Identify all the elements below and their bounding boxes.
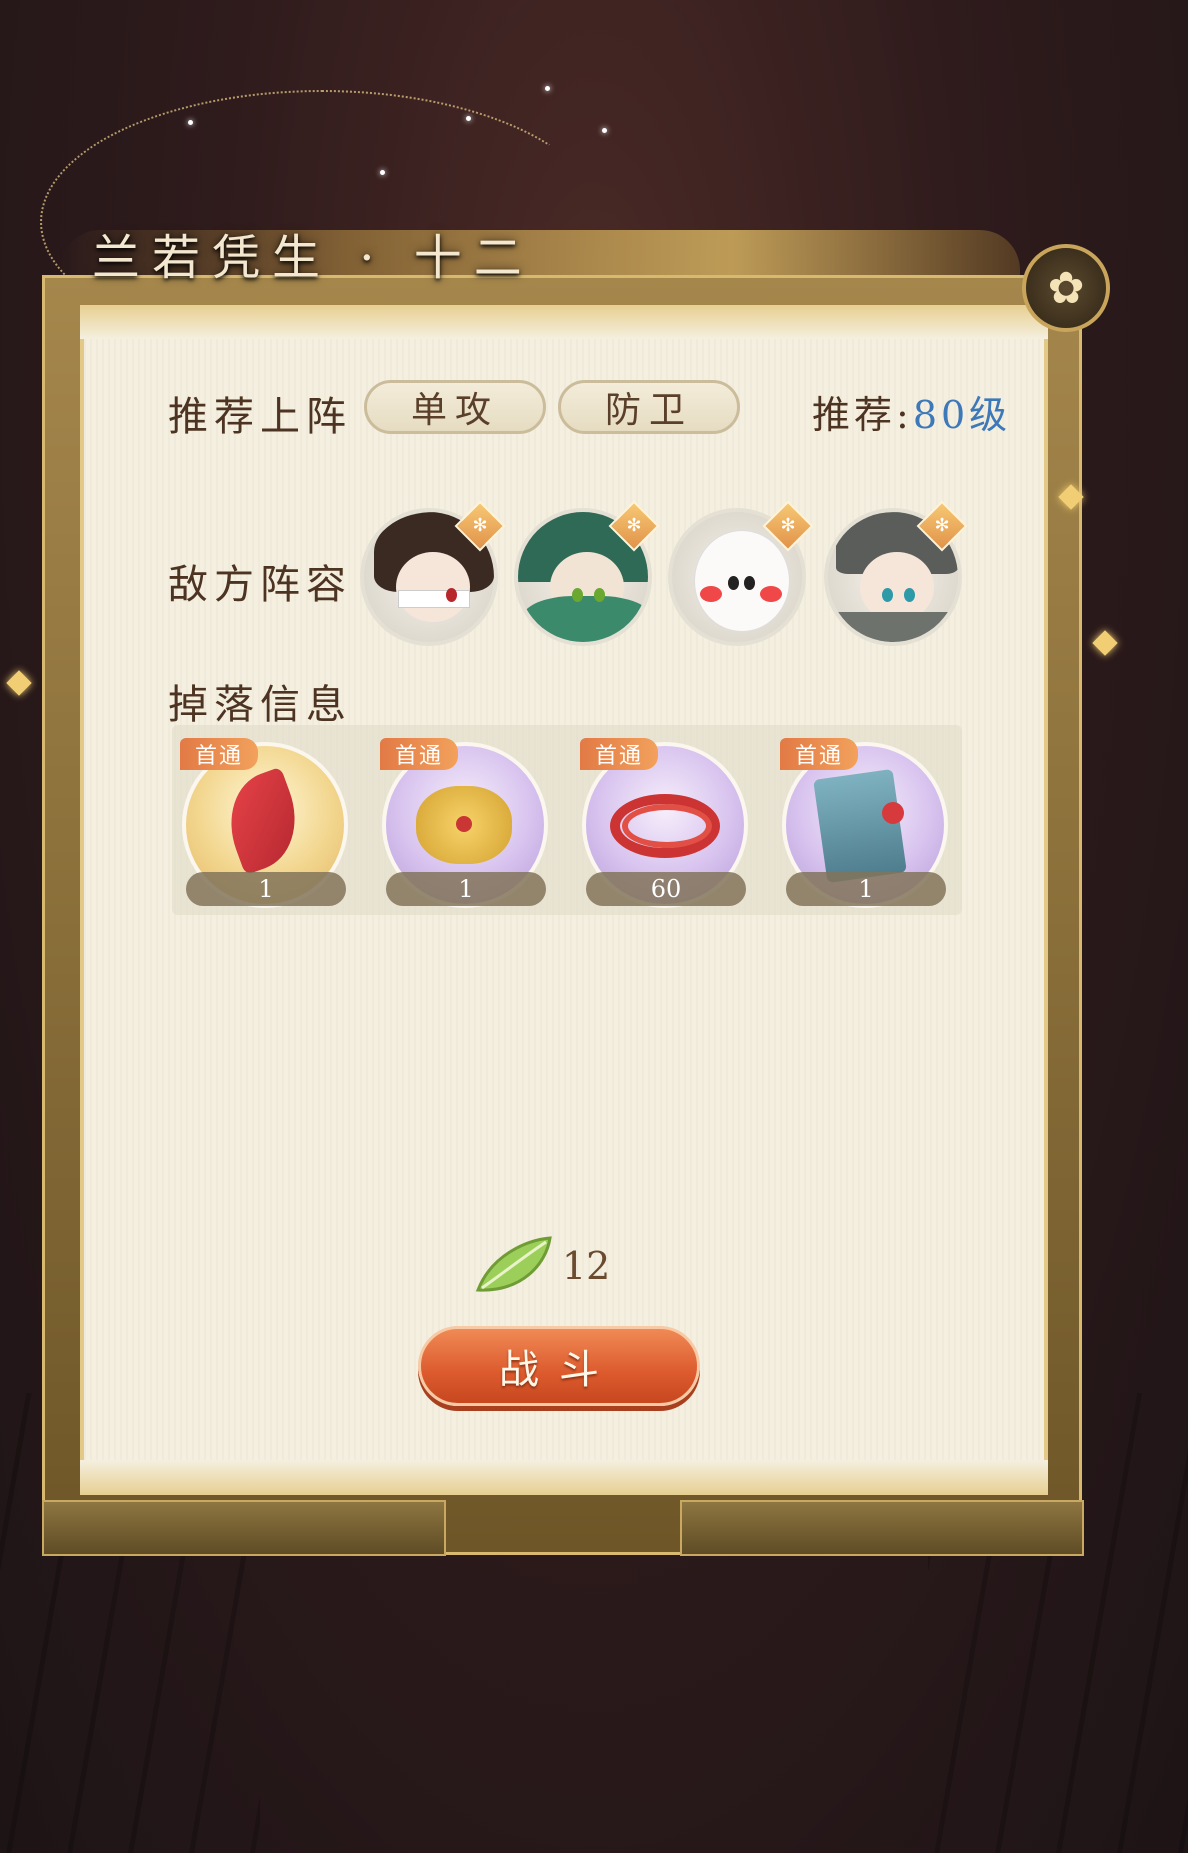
drop-count: 1 <box>186 872 346 906</box>
first-clear-tag: 首通 <box>780 738 858 770</box>
recommended-level-value: 80级 <box>912 393 1012 437</box>
drop-count: 60 <box>586 872 746 906</box>
drop-count: 1 <box>786 872 946 906</box>
first-clear-tag: 首通 <box>180 738 258 770</box>
drop-count: 1 <box>386 872 546 906</box>
close-button[interactable]: ✿ <box>1022 244 1110 332</box>
drop-info-label: 掉落信息 <box>168 682 352 728</box>
frame-tab-left <box>42 1500 446 1556</box>
first-clear-tag: 首通 <box>580 738 658 770</box>
battle-button[interactable]: 战斗 <box>418 1326 700 1406</box>
role-tag-single-attack: 单攻 <box>364 380 546 434</box>
panel-top-strip <box>80 305 1048 339</box>
sparkle-ornament <box>1092 630 1118 656</box>
star-decoration <box>545 86 550 91</box>
star-decoration <box>188 120 193 125</box>
star-decoration <box>602 128 607 133</box>
role-tag-defense: 防卫 <box>558 380 740 434</box>
star-decoration <box>466 116 471 121</box>
panel-bottom-strip <box>80 1460 1048 1495</box>
recommend-label: 推荐上阵 <box>168 394 352 440</box>
sparkle-ornament <box>6 670 32 696</box>
stamina-cost: 12 <box>562 1244 611 1288</box>
recommended-level: 推荐:80级 <box>812 384 1011 439</box>
flower-close-icon: ✿ <box>1047 262 1085 314</box>
star-decoration <box>380 170 385 175</box>
enemy-lineup-label: 敌方阵容 <box>168 562 352 608</box>
stage-title: 兰若凭生 · 十二 <box>92 230 534 286</box>
first-clear-tag: 首通 <box>380 738 458 770</box>
recommended-level-label: 推荐: <box>812 393 913 437</box>
frame-tab-right <box>680 1500 1084 1556</box>
